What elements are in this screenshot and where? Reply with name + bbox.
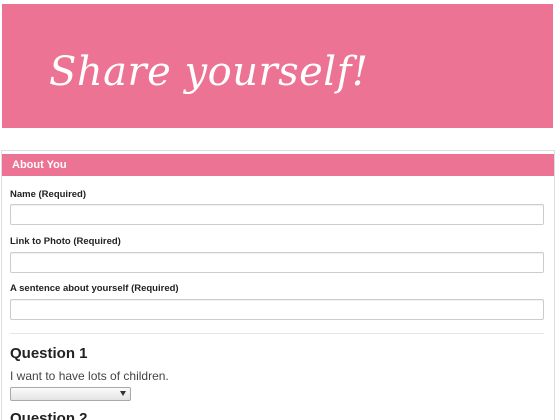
question-2-heading: Question 2 [10, 410, 88, 420]
about-label: A sentence about yourself (Required) [10, 283, 179, 294]
caret-down-icon [120, 391, 126, 396]
hero-title: Share yourself! [49, 49, 369, 95]
question-1-text: I want to have lots of children. [10, 369, 169, 383]
hero-banner: Share yourself! [2, 4, 553, 128]
question-1-select[interactable] [10, 387, 131, 401]
section-header: About You [2, 154, 554, 176]
name-label: Name (Required) [10, 189, 87, 200]
page: Share yourself! About You Name (Required… [0, 0, 560, 420]
question-1-heading: Question 1 [10, 345, 88, 362]
photo-link-input[interactable] [10, 252, 544, 273]
photo-link-label: Link to Photo (Required) [10, 236, 121, 247]
divider [10, 333, 544, 334]
about-input[interactable] [10, 299, 544, 320]
name-input[interactable] [10, 204, 544, 225]
